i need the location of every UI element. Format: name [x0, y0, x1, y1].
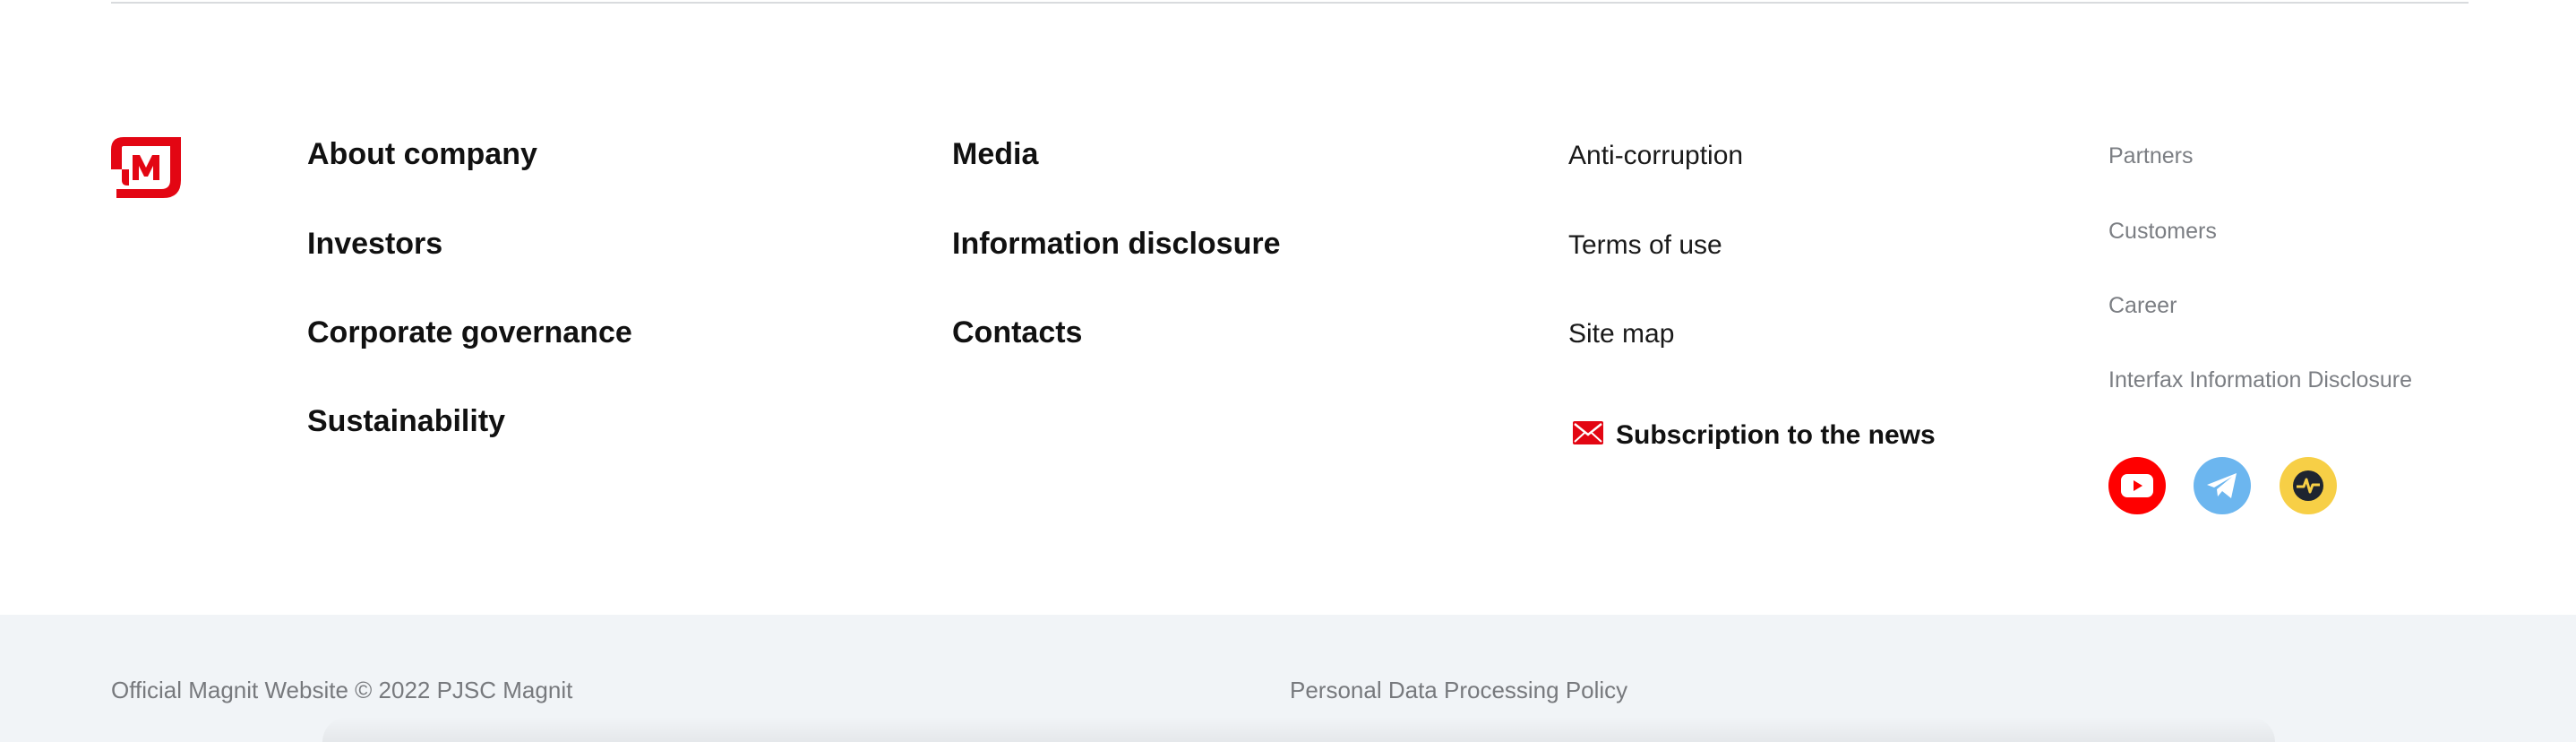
nav-interfax-disclosure[interactable]: Interfax Information Disclosure	[2108, 369, 2412, 392]
nav-career[interactable]: Career	[2108, 295, 2177, 317]
nav-partners[interactable]: Partners	[2108, 145, 2193, 168]
nav-customers[interactable]: Customers	[2108, 220, 2217, 243]
nav-about-company[interactable]: About company	[307, 139, 537, 169]
magnit-logo-icon[interactable]	[111, 130, 181, 200]
nav-corporate-governance[interactable]: Corporate governance	[307, 317, 632, 348]
copyright-text: Official Magnit Website © 2022 PJSC Magn…	[111, 677, 573, 703]
nav-anti-corruption[interactable]: Anti-corruption	[1568, 142, 1743, 169]
subscribe-news-label: Subscription to the news	[1616, 419, 1936, 450]
privacy-policy-link[interactable]: Personal Data Processing Policy	[1290, 678, 1627, 702]
nav-terms-of-use[interactable]: Terms of use	[1568, 232, 1722, 259]
subscribe-news-link[interactable]: Subscription to the news	[1573, 421, 1936, 449]
nav-investors[interactable]: Investors	[307, 229, 442, 259]
telegram-icon[interactable]	[2194, 457, 2251, 514]
top-divider	[111, 2, 2469, 4]
envelope-icon	[1573, 421, 1603, 449]
pulse-icon[interactable]	[2280, 457, 2337, 514]
bottom-shadow	[322, 717, 2275, 742]
nav-site-map[interactable]: Site map	[1568, 321, 1674, 348]
youtube-icon[interactable]	[2108, 457, 2166, 514]
nav-information-disclosure[interactable]: Information disclosure	[952, 229, 1281, 259]
nav-media[interactable]: Media	[952, 139, 1038, 169]
nav-sustainability[interactable]: Sustainability	[307, 406, 505, 436]
nav-contacts[interactable]: Contacts	[952, 317, 1082, 348]
